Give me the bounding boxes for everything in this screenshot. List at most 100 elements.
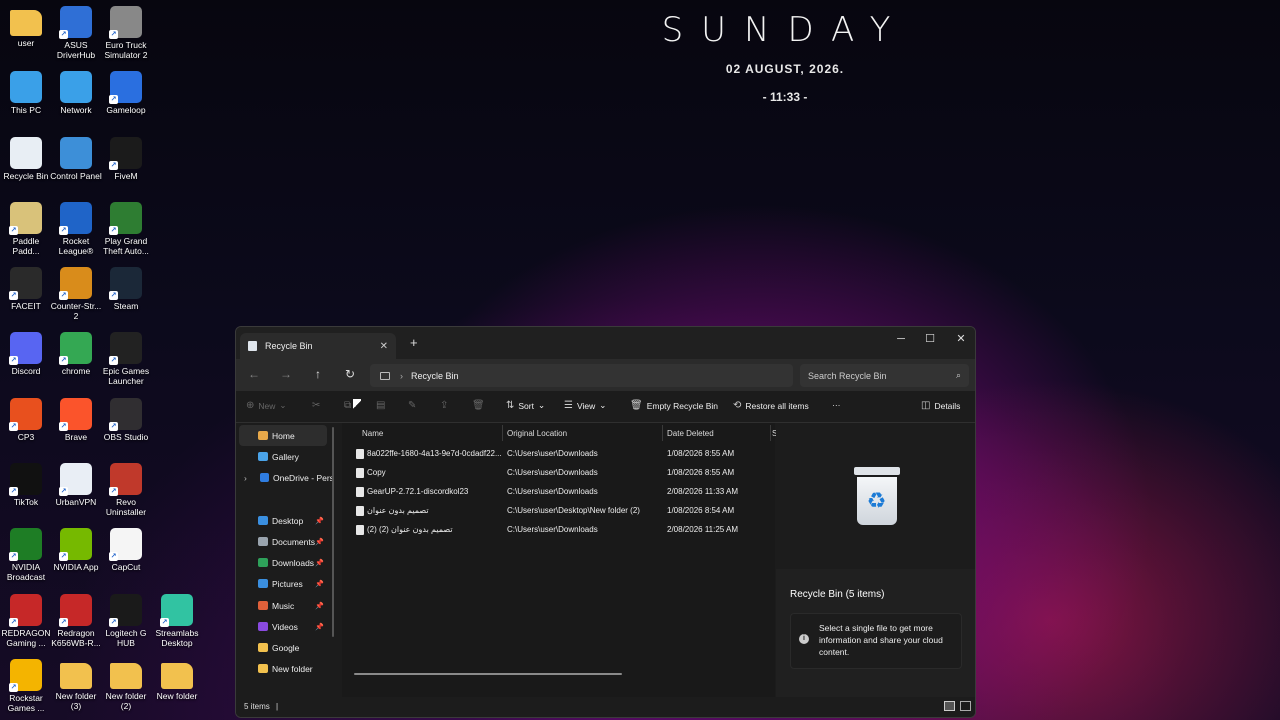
monitor-icon: [10, 71, 42, 103]
desktop-icon[interactable]: This PC: [0, 71, 52, 115]
column-divider[interactable]: [502, 425, 503, 441]
desktop-icon[interactable]: ↗ Rockstar Games ...: [0, 659, 52, 713]
desktop-icon[interactable]: ↗ Logitech G HUB: [100, 594, 152, 648]
desktop-icon[interactable]: ↗ NVIDIA App: [50, 528, 102, 572]
column-divider[interactable]: [662, 425, 663, 441]
nav-item-pictures[interactable]: Pictures 📌: [236, 573, 332, 594]
refresh-icon[interactable]: ↻: [340, 367, 360, 381]
desktop-icon[interactable]: ↗ TikTok: [0, 463, 52, 507]
desktop-icon[interactable]: ↗ FACEIT: [0, 267, 52, 311]
tab-close-icon[interactable]: ✕: [380, 341, 388, 352]
nav-item-onedrive-perso[interactable]: › OneDrive - Perso: [236, 467, 332, 488]
view-button[interactable]: ☰ View ⌄: [564, 400, 606, 411]
desktop-icon[interactable]: ↗ Steam: [100, 267, 152, 311]
desktop-icon[interactable]: ↗ Revo Uninstaller: [100, 463, 152, 517]
file-row[interactable]: GearUP-2.72.1-discordkol23 C:\Users\user\…: [342, 483, 775, 502]
column-divider[interactable]: [770, 425, 771, 441]
nav-item-label: Downloads: [272, 557, 315, 568]
details-view-icon[interactable]: [944, 701, 955, 711]
new-label: New: [258, 400, 276, 411]
forward-arrow-icon[interactable]: →: [276, 367, 296, 381]
restore-all-items-button[interactable]: ⟲ Restore all items: [733, 400, 809, 411]
file-row[interactable]: تصميم بدون عنوان C:\Users\user\Desktop\Ne…: [342, 502, 775, 521]
desktop-icon[interactable]: ↗ Euro Truck Simulator 2: [100, 6, 152, 60]
desktop-icon-label: NVIDIA App: [53, 562, 99, 572]
nav-item-new-folder[interactable]: New folder: [236, 658, 332, 679]
file-list: Name Original Location Date Deleted S 8a…: [342, 423, 777, 699]
desktop-icon[interactable]: ↗ chrome: [50, 332, 102, 376]
cut-icon[interactable]: ✂: [312, 400, 320, 411]
address-bar[interactable]: › Recycle Bin: [370, 364, 793, 387]
empty-recycle-bin-button[interactable]: 🗑 Empty Recycle Bin: [630, 400, 718, 411]
file-row[interactable]: (تصميم بدون عنوان (2) (2 C:\Users\user\Do…: [342, 521, 775, 540]
desktop-icon[interactable]: user: [0, 6, 52, 48]
delete-icon[interactable]: 🗑: [472, 400, 485, 411]
file-date-deleted: 2/08/2026 11:33 AM: [667, 487, 739, 496]
status-bar: 5 items |: [236, 697, 975, 717]
share-icon[interactable]: ⇪: [440, 400, 448, 411]
new-button[interactable]: ⊕ New ⌄: [246, 400, 287, 411]
desktop-icon[interactable]: ↗ CapCut: [100, 528, 152, 572]
copy-icon[interactable]: ⧉: [344, 400, 351, 411]
desktop-icon[interactable]: ↗ Rocket League®: [50, 202, 102, 256]
nav-scrollbar[interactable]: [332, 427, 334, 637]
nav-item-google[interactable]: Google: [236, 637, 332, 658]
desktop-icon[interactable]: ↗ ASUS DriverHub: [50, 6, 102, 60]
desktop-icon[interactable]: ↗ FiveM: [100, 137, 152, 181]
sort-button[interactable]: ⇅ Sort ⌄: [506, 400, 545, 411]
desktop-icon[interactable]: ↗ Gameloop: [100, 71, 152, 115]
nav-item-documents[interactable]: Documents 📌: [236, 531, 332, 552]
maximize-button[interactable]: ☐: [915, 329, 945, 349]
tiles-view-icon[interactable]: [960, 701, 971, 711]
desktop-icon[interactable]: Network: [50, 71, 102, 115]
minimize-button[interactable]: ─: [886, 329, 916, 349]
file-row[interactable]: 8a022ffe-1680-4a13-9e7d-0cdadf22... C:\Us…: [342, 445, 775, 464]
redragon-icon: ↗: [59, 594, 92, 627]
column-original-location[interactable]: Original Location: [507, 429, 567, 438]
search-input[interactable]: Search Recycle Bin: [808, 371, 887, 381]
desktop-icon[interactable]: New folder (3): [50, 659, 102, 711]
horizontal-scrollbar[interactable]: [354, 673, 622, 675]
nav-item-home[interactable]: Home: [239, 425, 327, 446]
desktop-icon[interactable]: ↗ UrbanVPN: [50, 463, 102, 507]
revo-icon: ↗: [109, 463, 142, 496]
rename-icon[interactable]: ✎: [408, 400, 416, 411]
desktop-icon[interactable]: ↗ OBS Studio: [100, 398, 152, 442]
search-box[interactable]: Search Recycle Bin ⌕: [800, 364, 969, 387]
desktop-icon[interactable]: New folder: [151, 659, 203, 701]
desktop-icon[interactable]: Recycle Bin: [0, 137, 52, 181]
desktop-icon[interactable]: ↗ REDRAGON Gaming ...: [0, 594, 52, 648]
back-arrow-icon[interactable]: ←: [244, 367, 264, 381]
column-date-deleted[interactable]: Date Deleted: [667, 429, 714, 438]
column-name[interactable]: Name: [362, 429, 383, 438]
close-button[interactable]: ✕: [946, 329, 975, 349]
nav-item-desktop[interactable]: Desktop 📌: [236, 510, 332, 531]
nav-item-downloads[interactable]: Downloads 📌: [236, 552, 332, 573]
paste-icon[interactable]: ▤: [376, 400, 385, 411]
expand-chevron-icon[interactable]: ›: [244, 473, 247, 483]
desktop-icon[interactable]: Control Panel: [50, 137, 102, 181]
desktop-icon[interactable]: ↗ Play Grand Theft Auto...: [100, 202, 152, 256]
desktop-icon[interactable]: ↗ Brave: [50, 398, 102, 442]
desktop-icon[interactable]: ↗ Counter-Str... 2: [50, 267, 102, 321]
nav-item-gallery[interactable]: Gallery: [236, 446, 332, 467]
desktop-icon[interactable]: ↗ Discord: [0, 332, 52, 376]
desktop-icon[interactable]: ↗ Redragon K656WB-R...: [50, 594, 102, 648]
details-button[interactable]: ◫ Details: [921, 400, 960, 411]
nav-item-music[interactable]: Music 📌: [236, 595, 332, 616]
more-options-button[interactable]: ···: [832, 400, 841, 410]
up-arrow-icon[interactable]: ↑: [308, 367, 328, 381]
desktop-icon[interactable]: ↗ Streamlabs Desktop: [151, 594, 203, 648]
desktop-icon[interactable]: ↗ CP3: [0, 398, 52, 442]
new-tab-button[interactable]: +: [410, 335, 418, 350]
desktop-icon[interactable]: ↗ Paddle Padd...: [0, 202, 52, 256]
desktop-icon[interactable]: ↗ Epic Games Launcher: [100, 332, 152, 386]
file-row[interactable]: Copy C:\Users\user\Downloads 1/08/2026 8:5…: [342, 464, 775, 483]
breadcrumb-recycle-bin[interactable]: Recycle Bin: [411, 371, 459, 381]
desktop-icon[interactable]: ↗ NVIDIA Broadcast: [0, 528, 52, 582]
desktop-icon[interactable]: New folder (2): [100, 659, 152, 711]
tab-recycle-bin[interactable]: Recycle Bin ✕: [240, 333, 396, 359]
cs2-icon: ↗: [59, 267, 92, 300]
nav-item-videos[interactable]: Videos 📌: [236, 616, 332, 637]
desktop-icon-label: Streamlabs Desktop: [155, 628, 199, 648]
